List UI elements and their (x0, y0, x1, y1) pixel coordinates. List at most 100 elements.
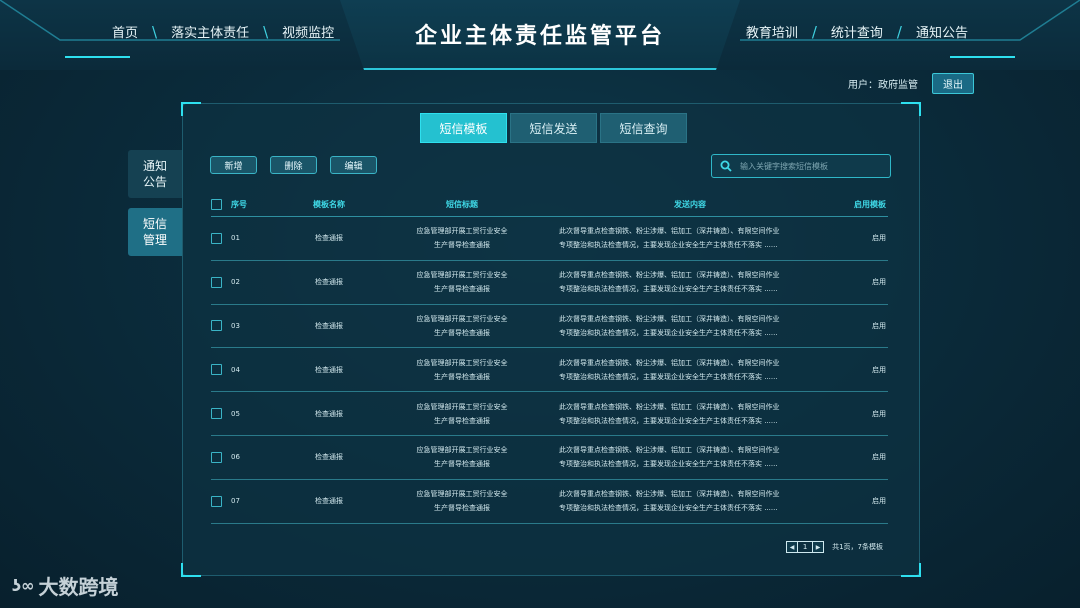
enable-link[interactable]: 启用 (835, 233, 888, 243)
row-checkbox[interactable] (211, 232, 222, 244)
cell-title-line: 生产督导检查通报 (434, 460, 490, 469)
cell-name: 检查通报 (315, 409, 343, 418)
tab-sms-send[interactable]: 短信发送 (510, 113, 597, 143)
cell-title-line: 生产督导检查通报 (434, 504, 490, 513)
nav-separator: / (896, 22, 902, 41)
cell-title-line: 应急管理部开展工贸行业安全 (416, 227, 508, 236)
cell-title-line: 应急管理部开展工贸行业安全 (416, 271, 508, 280)
cell-content-line: 专项整治和执法检查情况，主要发现企业安全生产主体责任不落实 ...... (559, 241, 778, 250)
pagination-info: 共1页，7条模板 (832, 543, 883, 551)
enable-link[interactable]: 启用 (835, 496, 888, 506)
table-row[interactable]: 06 检查通报 应急管理部开展工贸行业安全 生产督导检查通报 此次督导重点检查钢铁、粉尘… (211, 436, 888, 480)
cell-title: 应急管理部开展工贸行业安全 生产督导检查通报 (379, 487, 545, 515)
cell-title-line: 生产督导检查通报 (434, 241, 490, 250)
page-title: 企业主体责任监管平台 (414, 24, 665, 49)
header-title: 短信标题 (446, 199, 478, 209)
cell-no: 05 (231, 409, 240, 418)
cell-content-line: 专项整治和执法检查情况，主要发现企业安全生产主体责任不落实 ...... (559, 285, 778, 294)
search-icon[interactable] (720, 160, 732, 172)
nav-item-training[interactable]: 教育培训 (746, 22, 798, 41)
tab-bar: 短信模板 短信发送 短信查询 (420, 113, 687, 143)
action-bar: 新增 删除 编辑 (210, 156, 377, 174)
cell-title: 应急管理部开展工贸行业安全 生产督导检查通报 (379, 356, 545, 384)
nav-item-notice[interactable]: 通知公告 (916, 22, 968, 41)
table-row[interactable]: 05 检查通报 应急管理部开展工贸行业安全 生产督导检查通报 此次督导重点检查钢铁、粉尘… (211, 392, 888, 436)
select-all-checkbox[interactable] (211, 199, 222, 210)
table-row[interactable]: 07 检查通报 应急管理部开展工贸行业安全 生产督导检查通报 此次督导重点检查钢铁、粉尘… (211, 480, 888, 524)
cell-title-line: 应急管理部开展工贸行业安全 (416, 402, 508, 411)
logout-button[interactable]: 退出 (932, 73, 974, 94)
row-checkbox[interactable] (211, 451, 222, 463)
header-name: 模板名称 (313, 200, 345, 209)
cell-content-line: 专项整治和执法检查情况，主要发现企业安全生产主体责任不落实 ...... (559, 372, 778, 381)
tab-sms-template[interactable]: 短信模板 (420, 113, 507, 143)
nav-item-responsibility[interactable]: 落实主体责任 (171, 22, 249, 41)
cell-content-line: 此次督导重点检查钢铁、粉尘涉爆、铝加工（深井铸造）、有限空间作业 (559, 358, 780, 367)
nav-item-stats[interactable]: 统计查询 (831, 22, 883, 41)
delete-button[interactable]: 删除 (270, 156, 317, 174)
cell-name: 检查通报 (315, 453, 343, 462)
enable-link[interactable]: 启用 (835, 365, 888, 375)
corner-decoration (181, 563, 201, 577)
cell-content-line: 此次督导重点检查钢铁、粉尘涉爆、铝加工（深井铸造）、有限空间作业 (559, 271, 780, 280)
add-button[interactable]: 新增 (210, 156, 257, 174)
enable-link[interactable]: 启用 (835, 452, 888, 462)
pagination: ◀ 1 ▶ 共1页，7条模板 (786, 541, 883, 553)
nav-item-video[interactable]: 视频监控 (282, 22, 334, 41)
search-box (711, 154, 891, 178)
cell-title-line: 生产督导检查通报 (434, 372, 490, 381)
table-row[interactable]: 03 检查通报 应急管理部开展工贸行业安全 生产督导检查通报 此次督导重点检查钢铁、粉尘… (211, 305, 888, 349)
watermark-text: 大数跨境 (38, 575, 119, 599)
table-row[interactable]: 04 检查通报 应急管理部开展工贸行业安全 生产督导检查通报 此次督导重点检查钢铁、粉尘… (211, 348, 888, 393)
side-tab-label: 短信管理 (142, 217, 167, 247)
page-number[interactable]: 1 (798, 541, 813, 553)
nav-separator: \ (263, 22, 269, 41)
side-tab-sms[interactable]: 短信管理 (128, 208, 182, 256)
row-checkbox[interactable] (211, 495, 222, 507)
cell-no: 03 (231, 321, 240, 330)
table-row[interactable]: 02 检查通报 应急管理部开展工贸行业安全 生产督导检查通报 此次督导重点检查钢铁、粉尘… (211, 261, 888, 305)
cell-title: 应急管理部开展工贸行业安全 生产督导检查通报 (379, 400, 545, 428)
prev-page-button[interactable]: ◀ (786, 541, 799, 553)
user-bar: 用户：政府监管 退出 (848, 73, 974, 94)
cell-content-line: 专项整治和执法检查情况，主要发现企业安全生产主体责任不落实 ...... (559, 504, 778, 513)
tab-sms-query[interactable]: 短信查询 (600, 113, 687, 143)
enable-link[interactable]: 启用 (835, 277, 888, 287)
nav-separator: \ (152, 22, 158, 41)
cell-title: 应急管理部开展工贸行业安全 生产督导检查通报 (379, 224, 545, 252)
next-page-button[interactable]: ▶ (812, 541, 825, 553)
header-content: 发送内容 (674, 199, 706, 209)
nav-item-home[interactable]: 首页 (112, 22, 138, 41)
user-label: 用户：政府监管 (848, 80, 918, 91)
cell-name: 检查通报 (315, 234, 343, 243)
cell-title-line: 应急管理部开展工贸行业安全 (416, 446, 508, 455)
cell-content-line: 此次督导重点检查钢铁、粉尘涉爆、铝加工（深井铸造）、有限空间作业 (559, 227, 780, 236)
cell-no: 06 (231, 453, 240, 462)
nav-separator: / (811, 22, 817, 41)
cell-content-line: 此次督导重点检查钢铁、粉尘涉爆、铝加工（深井铸造）、有限空间作业 (559, 446, 780, 455)
cell-content: 此次督导重点检查钢铁、粉尘涉爆、铝加工（深井铸造）、有限空间作业 专项整治和执法检… (545, 224, 835, 252)
search-input[interactable] (740, 161, 880, 171)
table-header: 序号 模板名称 短信标题 发送内容 启用模板 (211, 193, 888, 217)
side-tab-label: 通知公告 (142, 159, 167, 189)
edit-button[interactable]: 编辑 (330, 156, 377, 174)
cell-no: 07 (231, 497, 240, 506)
enable-link[interactable]: 启用 (835, 409, 888, 419)
row-checkbox[interactable] (211, 364, 222, 376)
cell-name: 检查通报 (315, 365, 343, 374)
side-tab-notice[interactable]: 通知公告 (128, 150, 182, 198)
enable-link[interactable]: 启用 (835, 321, 888, 331)
cell-content: 此次督导重点检查钢铁、粉尘涉爆、铝加工（深井铸造）、有限空间作业 专项整治和执法检… (545, 400, 835, 428)
corner-decoration (901, 563, 921, 577)
cell-name: 检查通报 (315, 321, 343, 330)
cell-title-line: 应急管理部开展工贸行业安全 (416, 314, 508, 323)
cell-name: 检查通报 (315, 497, 343, 506)
cell-content-line: 专项整治和执法检查情况，主要发现企业安全生产主体责任不落实 ...... (559, 416, 778, 425)
cell-content-line: 专项整治和执法检查情况，主要发现企业安全生产主体责任不落实 ...... (559, 328, 778, 337)
row-checkbox[interactable] (211, 408, 222, 420)
cell-content: 此次督导重点检查钢铁、粉尘涉爆、铝加工（深井铸造）、有限空间作业 专项整治和执法检… (545, 268, 835, 296)
cell-title: 应急管理部开展工贸行业安全 生产督导检查通报 (379, 443, 545, 471)
table-row[interactable]: 01 检查通报 应急管理部开展工贸行业安全 生产督导检查通报 此次督导重点检查钢铁、粉尘… (211, 217, 888, 261)
row-checkbox[interactable] (211, 320, 222, 332)
row-checkbox[interactable] (211, 276, 222, 288)
